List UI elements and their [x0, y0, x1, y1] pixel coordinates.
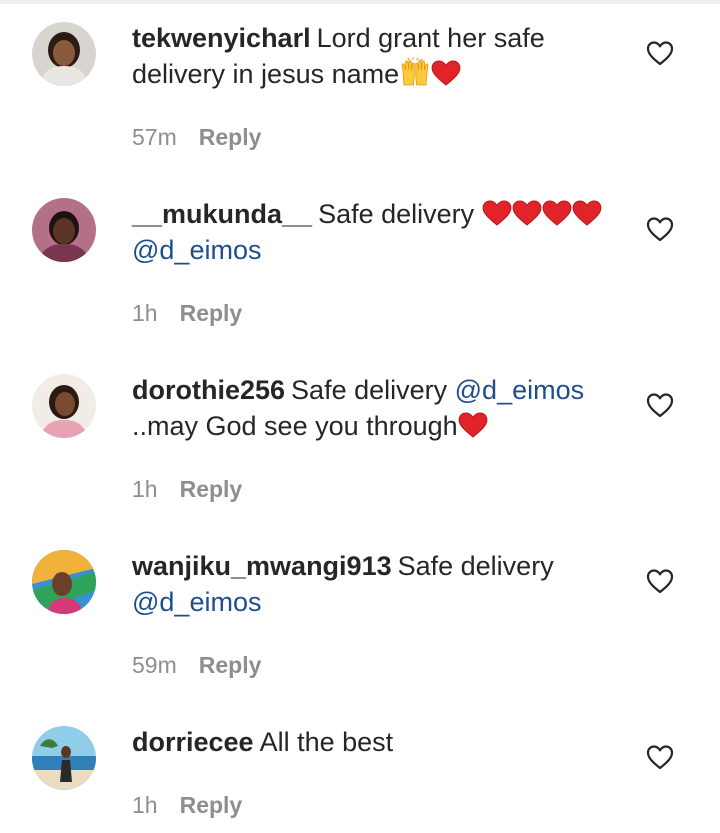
comment-text: dorothie256 Safe delivery @d_eimos ..may … — [132, 372, 622, 444]
like-heart-icon[interactable] — [645, 567, 675, 595]
comment-time: 1h — [132, 476, 158, 502]
avatar[interactable] — [32, 550, 96, 614]
comment-username[interactable]: tekwenyicharl — [132, 23, 311, 53]
mention-link[interactable]: @d_eimos — [455, 375, 584, 405]
comment-body: Safe delivery — [291, 375, 455, 405]
avatar[interactable] — [32, 374, 96, 438]
avatar[interactable] — [32, 198, 96, 262]
comment-body: Safe delivery — [397, 551, 554, 581]
comment-meta: 1h Reply — [132, 475, 242, 503]
comment-body-continued: ..may God see you through — [132, 411, 458, 441]
comment-text: __mukunda__ Safe delivery @d_eimos — [132, 196, 622, 268]
reply-button[interactable]: Reply — [199, 652, 262, 678]
red-heart-emoji-icon — [431, 60, 461, 86]
comment-text: dorriecee All the best — [132, 724, 622, 760]
comment-meta: 57m Reply — [132, 123, 261, 151]
comment-body: Safe delivery — [318, 199, 482, 229]
comment-meta: 59m Reply — [132, 651, 261, 679]
top-divider — [0, 0, 720, 4]
comment-username[interactable]: wanjiku_mwangi913 — [132, 551, 392, 581]
mention-link[interactable]: @d_eimos — [132, 235, 261, 265]
avatar[interactable] — [32, 726, 96, 790]
red-heart-emoji-icon — [458, 412, 488, 438]
like-heart-icon[interactable] — [645, 743, 675, 771]
comment-meta: 1h Reply — [132, 299, 242, 327]
like-heart-icon[interactable] — [645, 39, 675, 67]
comment-username[interactable]: dorothie256 — [132, 375, 285, 405]
like-heart-icon[interactable] — [645, 391, 675, 419]
comment-body: All the best — [259, 727, 394, 757]
red-heart-emoji-icon — [482, 200, 512, 226]
comment-time: 59m — [132, 652, 177, 678]
reply-button[interactable]: Reply — [180, 300, 243, 326]
red-heart-emoji-icon — [542, 200, 572, 226]
comment-time: 1h — [132, 300, 158, 326]
comment-time: 1h — [132, 792, 158, 818]
comment-text: wanjiku_mwangi913 Safe delivery @d_eimos — [132, 548, 622, 620]
comment-text: tekwenyicharl Lord grant her safe deliver… — [132, 20, 622, 92]
comment-time: 57m — [132, 124, 177, 150]
raising-hands-emoji-icon — [399, 57, 431, 87]
red-heart-emoji-icon — [512, 200, 542, 226]
comment-username[interactable]: dorriecee — [132, 727, 254, 757]
comment-username[interactable]: __mukunda__ — [132, 199, 312, 229]
like-heart-icon[interactable] — [645, 215, 675, 243]
reply-button[interactable]: Reply — [199, 124, 262, 150]
reply-button[interactable]: Reply — [180, 476, 243, 502]
comment-meta: 1h Reply — [132, 791, 242, 819]
reply-button[interactable]: Reply — [180, 792, 243, 818]
avatar[interactable] — [32, 22, 96, 86]
mention-link[interactable]: @d_eimos — [132, 587, 261, 617]
red-heart-emoji-icon — [572, 200, 602, 226]
